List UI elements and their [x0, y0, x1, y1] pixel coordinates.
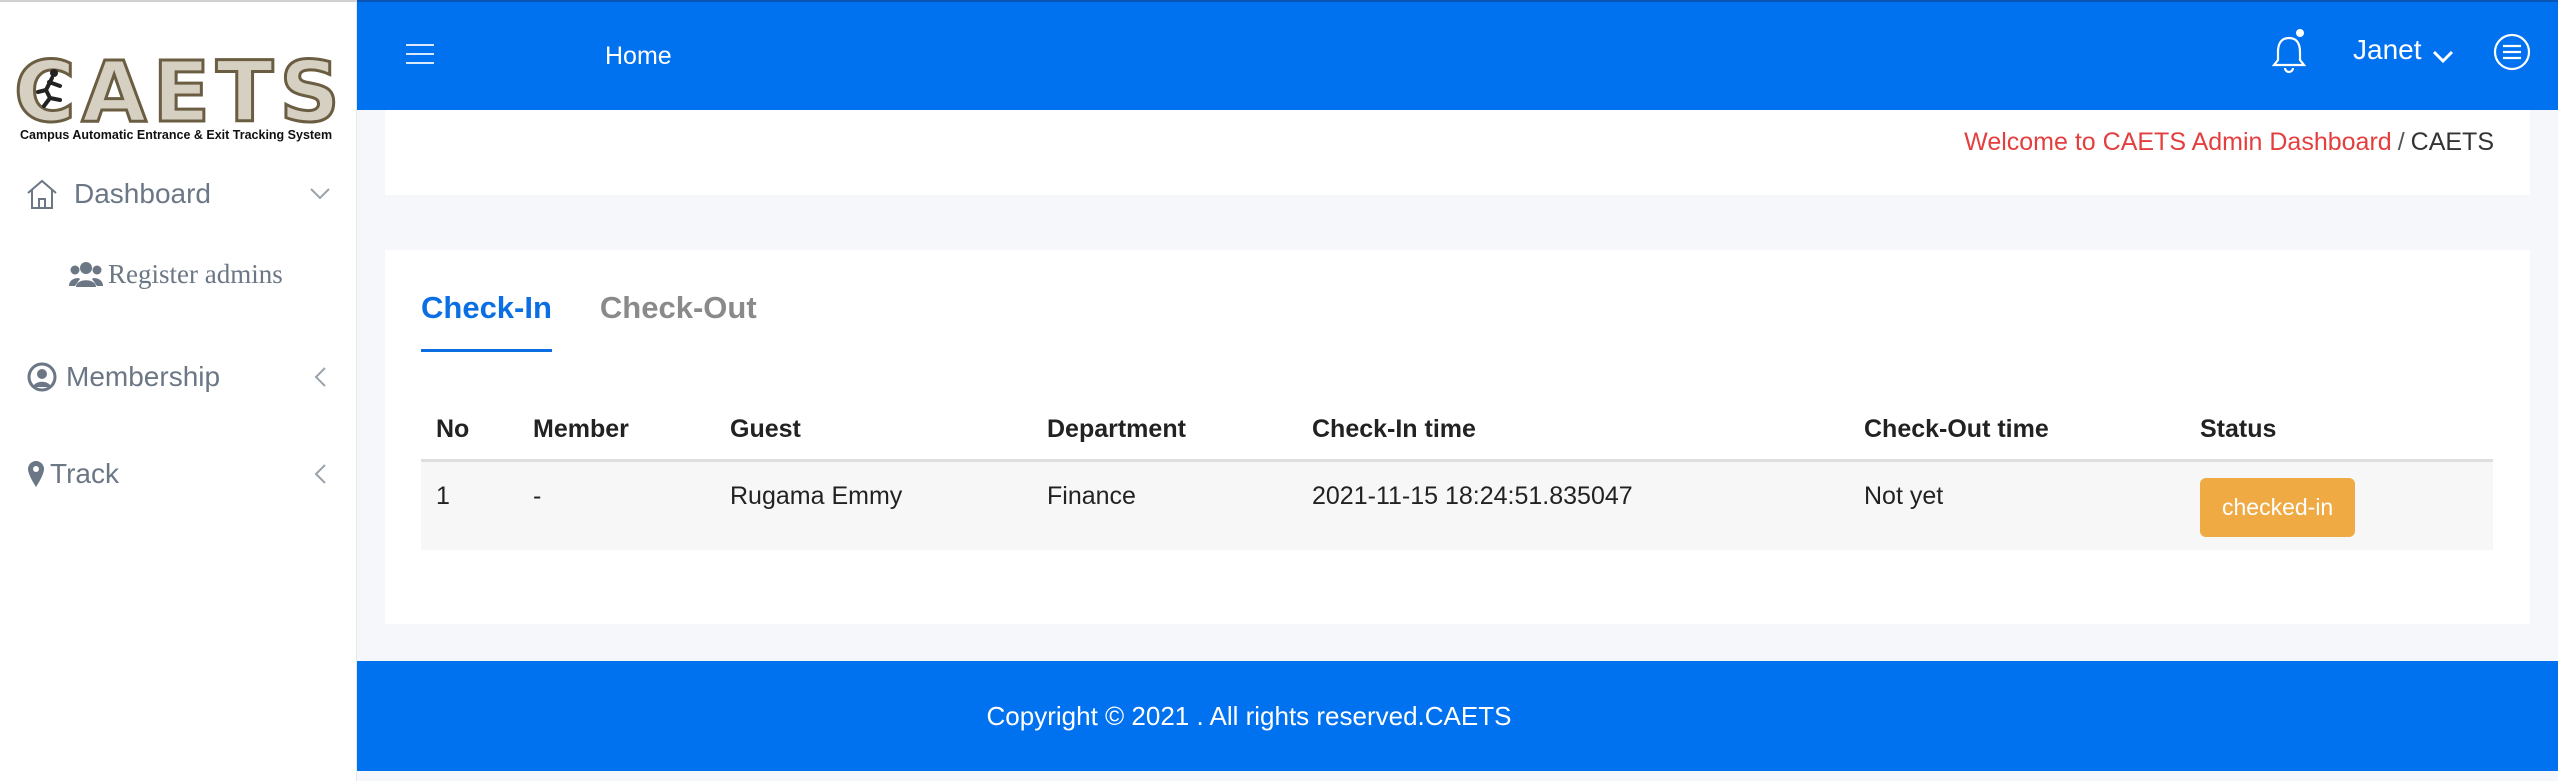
chevron-left-icon: [309, 463, 331, 485]
copyright-text: Copyright © 2021 . All rights reserved.C…: [986, 701, 1512, 731]
home-link[interactable]: Home: [605, 42, 672, 71]
cell-no: 1: [421, 460, 518, 550]
status-badge[interactable]: checked-in: [2200, 477, 2356, 537]
chevron-down-icon: [2432, 39, 2454, 64]
tab-bar: Check-In Check-Out: [421, 286, 805, 352]
cell-status: checked-in: [2185, 460, 2493, 550]
column-header-department: Department: [1032, 400, 1297, 462]
sidebar-item-label: Track: [50, 458, 119, 489]
sidebar-item-label: Register admins: [108, 258, 283, 289]
cell-checkout-time: Not yet: [1849, 460, 2185, 550]
tab-check-in[interactable]: Check-In: [421, 286, 552, 352]
chevron-left-icon: [309, 366, 331, 388]
column-header-status: Status: [2185, 400, 2493, 462]
column-header-member: Member: [518, 400, 715, 462]
table-header-row: No Member Guest Department Check-In time…: [421, 400, 2493, 462]
column-header-no: No: [421, 400, 518, 462]
cell-guest: Rugama Emmy: [715, 460, 1032, 550]
caets-logo[interactable]: CAETS CAETS Campus Automatic Entrance & …: [13, 45, 342, 143]
column-header-checkout-time: Check-Out time: [1849, 400, 2185, 462]
cell-checkin-time: 2021-11-15 18:24:51.835047: [1297, 460, 1849, 550]
column-header-guest: Guest: [715, 400, 1032, 462]
sidebar-item-track[interactable]: Track: [0, 454, 357, 494]
user-menu[interactable]: Janet: [2353, 34, 2454, 66]
users-icon: [68, 258, 104, 290]
breadcrumb-current: CAETS: [2410, 128, 2494, 156]
sidebar-item-label: Dashboard: [74, 178, 211, 209]
runner-icon: [36, 69, 62, 108]
bell-icon[interactable]: [2267, 28, 2311, 76]
tab-check-out[interactable]: Check-Out: [600, 286, 757, 352]
home-icon: [24, 176, 60, 212]
footer: Copyright © 2021 . All rights reserved.C…: [357, 661, 2558, 771]
user-name: Janet: [2353, 34, 2422, 65]
sidebar-item-label: Membership: [66, 361, 221, 392]
checkin-table: No Member Guest Department Check-In time…: [421, 400, 2493, 550]
breadcrumb-bar: Welcome to CAETS Admin Dashboard / CAETS: [385, 110, 2530, 195]
logo-subtitle: Campus Automatic Entrance & Exit Trackin…: [20, 128, 333, 142]
breadcrumb-link-dashboard[interactable]: Welcome to CAETS Admin Dashboard: [1964, 128, 2392, 156]
top-navbar: Home Janet: [357, 0, 2558, 110]
chevron-down-icon: [309, 183, 331, 205]
breadcrumb-separator: /: [2397, 128, 2405, 156]
table-row: 1 - Rugama Emmy Finance 2021-11-15 18:24…: [421, 460, 2493, 550]
sidebar: CAETS CAETS Campus Automatic Entrance & …: [0, 0, 357, 781]
app-root: CAETS CAETS Campus Automatic Entrance & …: [0, 0, 2558, 781]
cell-department: Finance: [1032, 460, 1297, 550]
sidebar-item-register-admins[interactable]: Register admins: [68, 258, 283, 290]
sidebar-item-dashboard[interactable]: Dashboard: [0, 174, 357, 214]
map-marker-icon: [24, 456, 48, 492]
cell-member: -: [518, 460, 715, 550]
user-circle-icon: [24, 359, 60, 395]
menu-circle-icon[interactable]: [2492, 32, 2532, 72]
breadcrumb: Welcome to CAETS Admin Dashboard / CAETS: [1964, 128, 2494, 157]
hamburger-icon[interactable]: [405, 42, 435, 68]
column-header-checkin-time: Check-In time: [1297, 400, 1849, 462]
sidebar-item-membership[interactable]: Membership: [0, 357, 357, 397]
tracking-card: Check-In Check-Out No Member Guest Depar…: [385, 250, 2530, 624]
